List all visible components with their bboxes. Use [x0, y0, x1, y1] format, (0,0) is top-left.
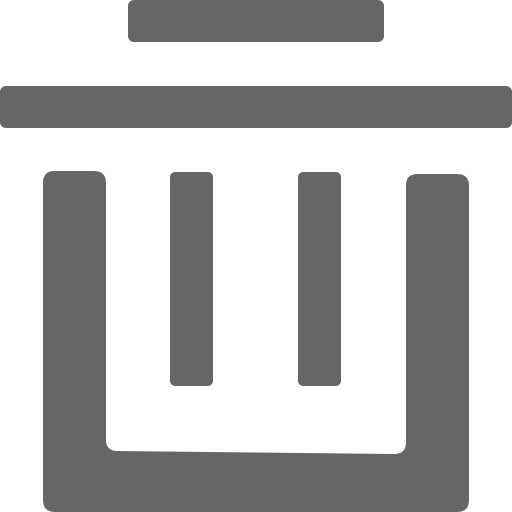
trash-can-body [43, 171, 469, 512]
trash-lid [0, 86, 512, 128]
trash-icon[interactable] [0, 0, 512, 512]
trash-bar-right [298, 172, 341, 386]
trash-icon-canvas [0, 0, 512, 512]
trash-bar-left [170, 172, 213, 386]
trash-lid-handle [128, 0, 384, 42]
